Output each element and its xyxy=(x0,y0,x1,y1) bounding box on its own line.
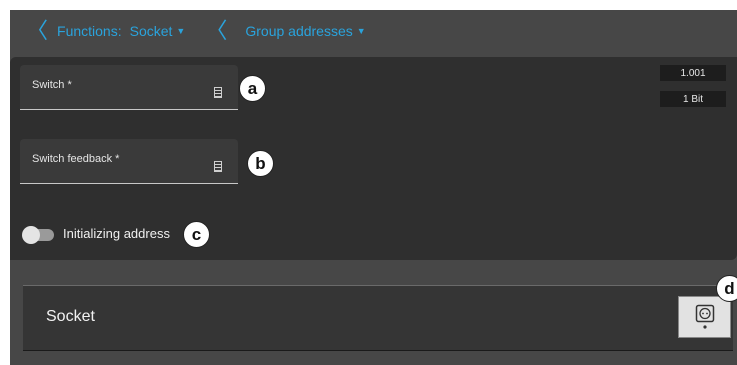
group-addresses-dropdown[interactable]: Group addresses ▼ xyxy=(245,23,365,39)
document-icon[interactable] xyxy=(214,161,222,172)
socket-dropdown[interactable]: Socket ▼ xyxy=(130,23,186,39)
socket-card: Socket xyxy=(23,285,733,351)
callout-a: a xyxy=(239,75,266,102)
document-icon[interactable] xyxy=(214,87,222,98)
toggle-knob xyxy=(22,226,40,244)
switch-field-label: Switch * xyxy=(32,79,72,91)
switch-feedback-field[interactable]: Switch feedback * xyxy=(20,139,238,184)
breadcrumb: 〈 Functions: Socket ▼ 〈 Group addresses … xyxy=(10,10,737,52)
socket-dropdown-label: Socket xyxy=(129,23,173,39)
datapoint-type: 1.001 xyxy=(660,65,726,81)
socket-card-title: Socket xyxy=(46,308,95,325)
group-address-panel: Switch * a Switch feedback * b 1.001 1 B… xyxy=(10,57,737,260)
initializing-address-label: Initializing address xyxy=(63,226,170,241)
chevron-left-icon[interactable]: 〈 xyxy=(26,20,48,42)
chevron-left-icon[interactable]: 〈 xyxy=(205,20,227,42)
app-window: 〈 Functions: Socket ▼ 〈 Group addresses … xyxy=(10,10,737,365)
caret-down-icon: ▼ xyxy=(176,26,186,36)
caret-down-icon: ▼ xyxy=(356,26,366,36)
switch-feedback-field-label: Switch feedback * xyxy=(32,153,120,165)
socket-icon xyxy=(695,304,714,329)
group-addresses-label: Group addresses xyxy=(245,23,353,39)
callout-c: c xyxy=(183,221,210,248)
breadcrumb-functions: Functions: xyxy=(57,23,122,39)
callout-b: b xyxy=(247,150,274,177)
initializing-address-toggle[interactable] xyxy=(22,226,54,244)
socket-button[interactable] xyxy=(678,296,731,338)
callout-d: d xyxy=(716,275,737,302)
switch-field[interactable]: Switch * xyxy=(20,65,238,110)
datapoint-size: 1 Bit xyxy=(660,91,726,107)
